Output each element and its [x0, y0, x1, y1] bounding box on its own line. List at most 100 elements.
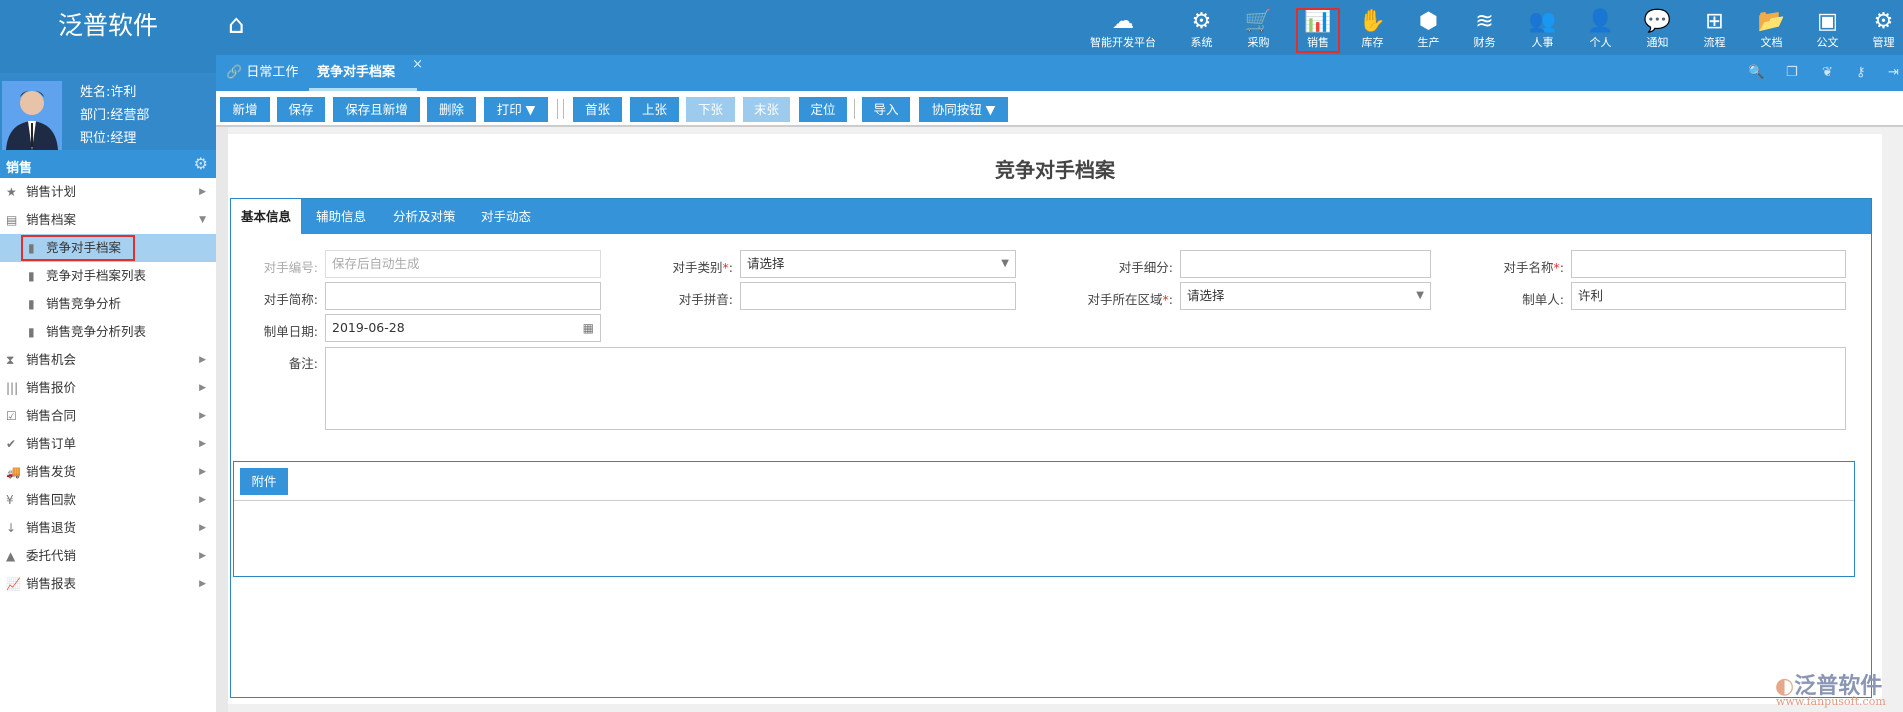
scrollbar[interactable] — [1884, 127, 1903, 712]
toolbar-divider — [854, 99, 855, 119]
last-record-button[interactable]: 末张 — [743, 97, 790, 122]
sidebar-item[interactable]: ☑销售合同▶ — [0, 402, 216, 430]
highlight-box — [21, 235, 135, 261]
calendar-icon[interactable]: ▦ — [583, 315, 594, 341]
sitemap-icon: ⊞ — [1686, 0, 1743, 34]
window-icon[interactable]: ❐ — [1786, 65, 1798, 80]
sidebar-item[interactable]: ✔销售订单▶ — [0, 430, 216, 458]
chat-icon: 💬 — [1629, 0, 1686, 34]
form-tabs: 基本信息 辅助信息 分析及对策 对手动态 — [231, 199, 1871, 234]
tab-label: 竞争对手档案 — [317, 65, 395, 80]
menu-icon: ▲ — [6, 542, 15, 570]
type-select[interactable]: 请选择▼ — [740, 250, 1016, 278]
sidebar-splitter[interactable] — [216, 73, 228, 712]
user-position: 职位:经理 — [80, 127, 136, 146]
delete-button[interactable]: 删除 — [427, 97, 476, 122]
sidebar-item[interactable]: ▮竞争对手档案 — [0, 234, 216, 262]
sidebar-item[interactable]: ▮竞争对手档案列表 — [0, 262, 216, 290]
save-and-new-button[interactable]: 保存且新增 — [333, 97, 420, 122]
key-icon[interactable]: ⚷ — [1856, 65, 1866, 80]
print-button[interactable]: 打印 ▼ — [484, 97, 548, 122]
creator-input[interactable]: 许利 — [1571, 282, 1846, 310]
logout-icon[interactable]: ⇥ — [1888, 65, 1899, 80]
tab-dynamics[interactable]: 对手动态 — [481, 199, 531, 234]
sidebar-item[interactable]: |||销售报价▶ — [0, 374, 216, 402]
menu-icon: 📈 — [6, 570, 21, 598]
tab-analysis[interactable]: 分析及对策 — [393, 199, 456, 234]
sidebar-item-label: 销售报表 — [26, 576, 76, 591]
date-label: 制单日期: — [198, 321, 318, 340]
topnav-label: 采购 — [1248, 36, 1270, 49]
date-input[interactable]: 2019-06-28▦ — [325, 314, 601, 342]
code-field[interactable]: 保存后自动生成 — [325, 250, 601, 278]
region-select[interactable]: 请选择 ▼ — [1180, 282, 1431, 310]
sidebar-item-label: 销售计划 — [26, 184, 76, 199]
sidebar-item-label: 委托代销 — [26, 548, 76, 563]
next-record-button[interactable]: 下张 — [686, 97, 735, 122]
chevron-down-icon: ▼ — [199, 206, 206, 234]
sidebar-item[interactable]: ★销售计划▶ — [0, 178, 216, 206]
sidebar-item[interactable]: ▮ 销售竞争分析列表 — [0, 318, 216, 346]
close-tab-icon[interactable]: × — [412, 47, 423, 83]
name-input[interactable] — [1571, 250, 1846, 278]
settings-gear-icon[interactable]: ⚙ — [194, 154, 208, 173]
divider — [234, 500, 1854, 501]
sidebar-item[interactable]: ▲委托代销▶ — [0, 542, 216, 570]
home-icon[interactable]: ⌂ — [228, 10, 245, 40]
segment-input[interactable] — [1180, 250, 1431, 278]
tab-aux-info[interactable]: 辅助信息 — [316, 199, 366, 234]
gears-icon: ⚙ — [1855, 0, 1903, 34]
sidebar-item-label: 销售发货 — [26, 464, 76, 479]
sidebar-item[interactable]: ▮销售竞争分析 — [0, 290, 216, 318]
sidebar-item-label: 销售退货 — [26, 520, 76, 535]
short-name-input[interactable] — [325, 282, 601, 310]
prev-record-button[interactable]: 上张 — [630, 97, 679, 122]
segment-label: 对手细分: — [1053, 257, 1173, 276]
tab-basic-info[interactable]: 基本信息 — [231, 199, 301, 234]
sidebar-item-label: 销售回款 — [26, 492, 76, 507]
chevron-down-icon: ▼ — [1416, 283, 1424, 309]
tab-competitor-archive[interactable]: 竞争对手档案× — [309, 55, 417, 91]
page-title: 竞争对手档案 — [228, 154, 1882, 183]
cube-icon: ⬢ — [1400, 0, 1457, 34]
user-icon: 👤 — [1572, 0, 1629, 34]
topnav-label: 生产 — [1418, 36, 1440, 49]
tab-daily-work[interactable]: 🔗 日常工作 — [226, 55, 298, 91]
first-record-button[interactable]: 首张 — [573, 97, 622, 122]
sidebar-item[interactable]: ↓销售退货▶ — [0, 514, 216, 542]
locate-button[interactable]: 定位 — [799, 97, 847, 122]
skin-icon[interactable]: ❦ — [1822, 65, 1833, 80]
attachment-button[interactable]: 附件 — [240, 468, 288, 495]
save-button[interactable]: 保存 — [277, 97, 325, 122]
collaborate-button[interactable]: 协同按钮 ▼ — [919, 97, 1008, 122]
pinyin-input[interactable] — [740, 282, 1016, 310]
attachment-panel: 附件 — [233, 461, 1855, 577]
sidebar-item-label: 销售订单 — [26, 436, 76, 451]
tab-label: 日常工作 — [246, 65, 298, 80]
menu-icon: ▮ — [28, 318, 35, 346]
menu-icon: ⧗ — [6, 346, 14, 374]
remark-textarea[interactable] — [325, 347, 1846, 430]
search-icon[interactable]: 🔍 — [1748, 65, 1764, 80]
add-button[interactable]: 新增 — [220, 97, 270, 122]
sidebar-item[interactable]: 🚚销售发货▶ — [0, 458, 216, 486]
section-title: 销售 — [6, 161, 32, 176]
menu-icon: ▤ — [6, 206, 17, 234]
import-button[interactable]: 导入 — [862, 97, 910, 122]
watermark-url: www.fanpusoft.com — [1776, 695, 1886, 708]
sidebar-item[interactable]: ▤销售档案▼ — [0, 206, 216, 234]
users-icon: 👥 — [1514, 0, 1571, 34]
region-label: 对手所在区域*: — [1033, 289, 1173, 308]
cart-icon: 🛒 — [1230, 0, 1287, 34]
select-value: 请选择 — [1187, 288, 1225, 303]
sidebar-item[interactable]: ¥销售回款▶ — [0, 486, 216, 514]
sidebar-item[interactable]: ⧗销售机会▶ — [0, 346, 216, 374]
topnav-3[interactable]: 📊销售 — [1296, 8, 1340, 53]
folder-icon: 📂 — [1743, 0, 1800, 34]
topnav-label: 个人 — [1590, 36, 1612, 49]
menu-icon: ✔ — [6, 430, 16, 458]
sidebar-item-label: 销售合同 — [26, 408, 76, 423]
chevron-down-icon: ▼ — [1001, 251, 1009, 277]
sidebar-item-label: 销售竞争分析列表 — [46, 324, 146, 339]
sidebar-item[interactable]: 📈销售报表▶ — [0, 570, 216, 598]
